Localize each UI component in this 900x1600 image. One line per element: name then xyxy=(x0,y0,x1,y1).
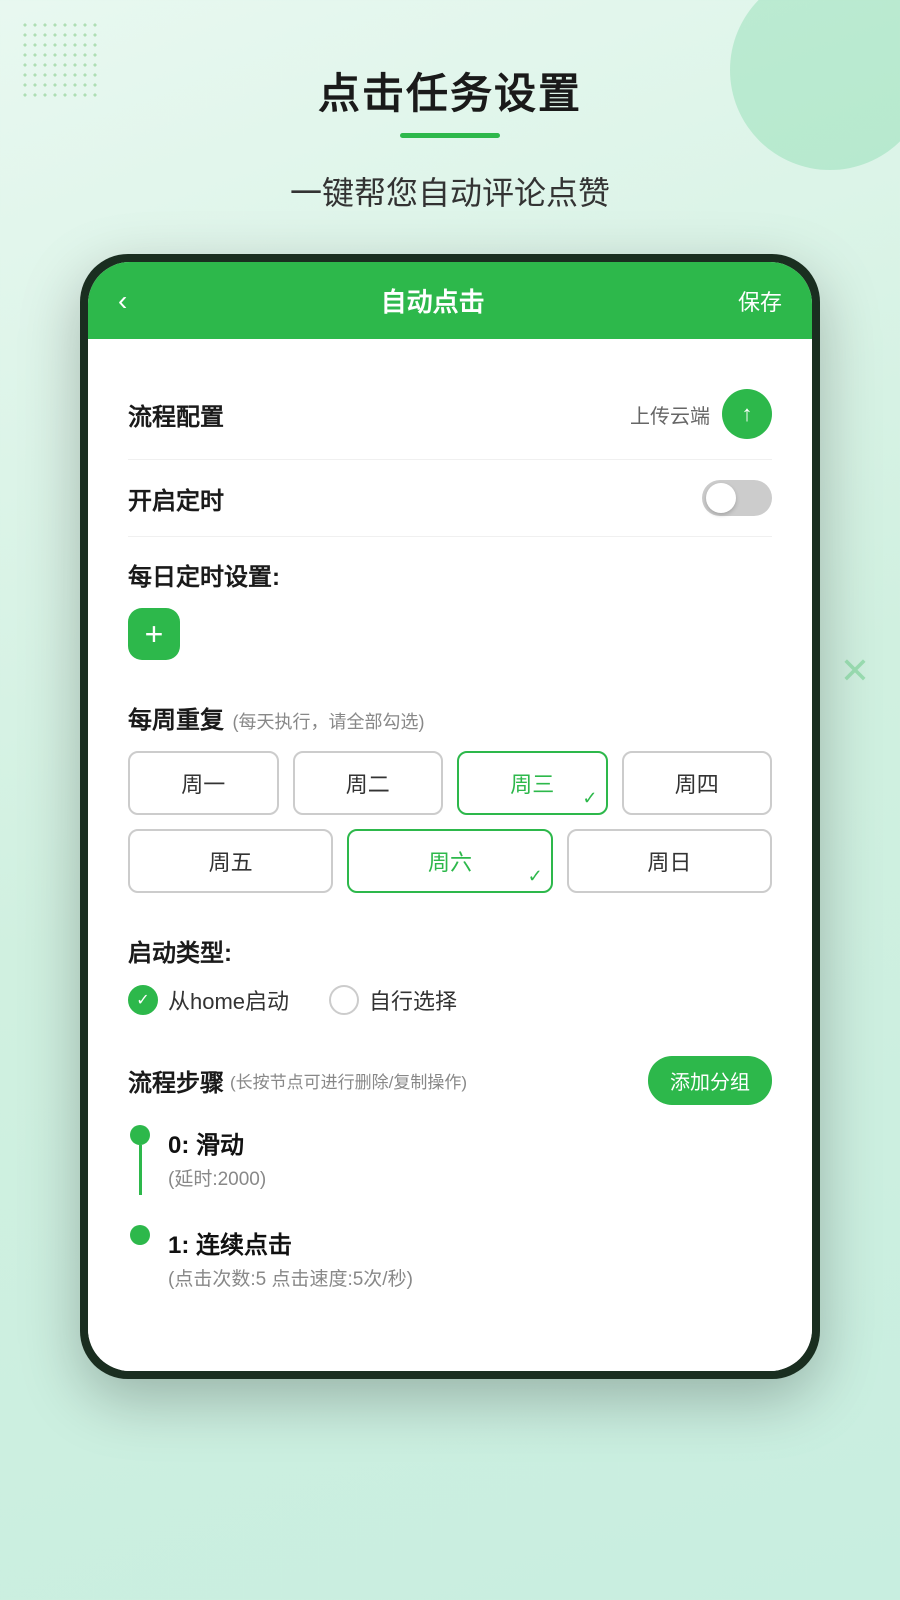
step-0-connector xyxy=(128,1125,152,1195)
launch-type-section: 启动类型: 从home启动 自行选择 xyxy=(128,913,772,1036)
step-1-desc: (点击次数:5 点击速度:5次/秒) xyxy=(168,1264,772,1291)
app-content: 流程配置 上传云端 ↑ 开启定时 每日定时设置: + xyxy=(88,339,812,1371)
step-0: 0: 滑动 (延时:2000) xyxy=(128,1125,772,1195)
phone-mockup: ‹ 自动点击 保存 流程配置 上传云端 ↑ 开启定时 xyxy=(80,254,820,1379)
weekday-thu[interactable]: 周四 xyxy=(622,751,773,815)
launch-home-label: 从home启动 xyxy=(168,984,289,1016)
weekdays-row2: 周五 周六 ✓ 周日 xyxy=(128,829,772,893)
step-1: 1: 连续点击 (点击次数:5 点击速度:5次/秒) xyxy=(128,1225,772,1291)
plus-icon: + xyxy=(145,618,164,650)
timer-toggle[interactable] xyxy=(702,480,772,516)
decorative-circle xyxy=(730,0,900,170)
upload-text: 上传云端 xyxy=(630,400,710,429)
step-1-dot xyxy=(130,1225,150,1245)
step-0-dot xyxy=(130,1125,150,1145)
step-1-name: 1: 连续点击 xyxy=(168,1225,772,1260)
daily-schedule-label: 每日定时设置: xyxy=(128,557,772,592)
launch-home-radio[interactable] xyxy=(128,985,158,1015)
steps-header: 流程步骤 (长按节点可进行删除/复制操作) 添加分组 xyxy=(128,1056,772,1105)
timer-row: 开启定时 xyxy=(128,460,772,537)
launch-custom-option[interactable]: 自行选择 xyxy=(329,984,457,1016)
process-config-label: 流程配置 xyxy=(128,397,224,432)
wed-check: ✓ xyxy=(582,788,597,809)
step-0-desc: (延时:2000) xyxy=(168,1164,772,1191)
decorative-dots xyxy=(20,20,120,120)
weekly-sublabel: (每天执行，请全部勾选) xyxy=(232,712,424,732)
launch-home-option[interactable]: 从home启动 xyxy=(128,984,289,1016)
weekday-sat[interactable]: 周六 ✓ xyxy=(347,829,552,893)
weekday-tue[interactable]: 周二 xyxy=(293,751,444,815)
weekly-repeat-section: 每周重复 (每天执行，请全部勾选) 周一 周二 周三 ✓ xyxy=(128,680,772,913)
weekday-sun[interactable]: 周日 xyxy=(567,829,772,893)
step-1-content: 1: 连续点击 (点击次数:5 点击速度:5次/秒) xyxy=(168,1225,772,1291)
weekly-label: 每周重复 xyxy=(128,707,224,734)
step-1-connector xyxy=(128,1225,152,1291)
launch-type-options: 从home启动 自行选择 xyxy=(128,984,772,1016)
steps-label: 流程步骤 xyxy=(128,1063,224,1098)
app-header: ‹ 自动点击 保存 xyxy=(88,262,812,339)
step-0-content: 0: 滑动 (延时:2000) xyxy=(168,1125,772,1195)
upload-button[interactable]: ↑ xyxy=(722,389,772,439)
weekday-mon[interactable]: 周一 xyxy=(128,751,279,815)
sat-check: ✓ xyxy=(528,866,543,887)
upload-icon: ↑ xyxy=(742,401,753,427)
back-button[interactable]: ‹ xyxy=(118,285,127,317)
add-group-button[interactable]: 添加分组 xyxy=(648,1056,772,1105)
launch-custom-label: 自行选择 xyxy=(369,984,457,1016)
phone-inner: ‹ 自动点击 保存 流程配置 上传云端 ↑ 开启定时 xyxy=(88,262,812,1371)
steps-sublabel: (长按节点可进行删除/复制操作) xyxy=(230,1068,467,1093)
process-config-row: 流程配置 上传云端 ↑ xyxy=(128,369,772,460)
decorative-x: ✕ xyxy=(840,650,870,692)
process-steps-section: 流程步骤 (长按节点可进行删除/复制操作) 添加分组 0: 滑动 (延时:200… xyxy=(128,1036,772,1341)
step-0-name: 0: 滑动 xyxy=(168,1125,772,1160)
timer-label: 开启定时 xyxy=(128,481,224,516)
weekday-wed[interactable]: 周三 ✓ xyxy=(457,751,608,815)
weekly-header: 每周重复 (每天执行，请全部勾选) xyxy=(128,700,772,735)
title-underline xyxy=(400,133,500,138)
launch-type-label: 启动类型: xyxy=(128,933,772,968)
save-button[interactable]: 保存 xyxy=(738,285,782,317)
daily-schedule-section: 每日定时设置: + xyxy=(128,537,772,680)
weekdays-row1: 周一 周二 周三 ✓ 周四 xyxy=(128,751,772,815)
page-subtitle: 一键帮您自动评论点赞 xyxy=(0,168,900,214)
weekday-fri[interactable]: 周五 xyxy=(128,829,333,893)
add-schedule-button[interactable]: + xyxy=(128,608,180,660)
step-0-line xyxy=(139,1145,142,1195)
header-title: 自动点击 xyxy=(381,282,485,319)
process-config-right: 上传云端 ↑ xyxy=(630,389,772,439)
launch-custom-radio[interactable] xyxy=(329,985,359,1015)
steps-label-group: 流程步骤 (长按节点可进行删除/复制操作) xyxy=(128,1063,467,1098)
